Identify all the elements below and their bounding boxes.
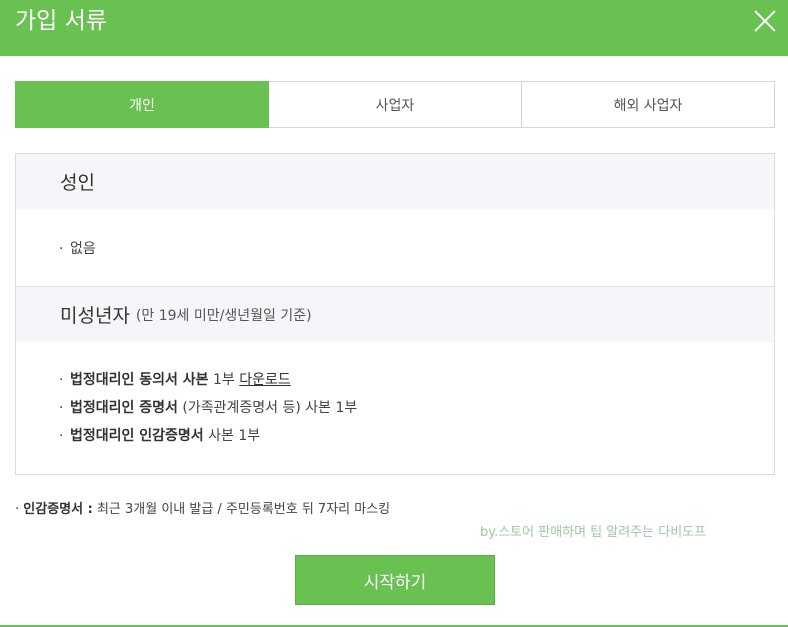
adult-section-header: 성인	[16, 154, 774, 209]
minor-section-title: 미성년자	[60, 305, 130, 327]
adult-doc-list: · 없음	[16, 209, 774, 286]
download-link[interactable]: 다운로드	[239, 372, 291, 388]
list-item: · 법정대리인 증명서 (가족관계증명서 등) 사본 1부	[16, 394, 774, 422]
doc-name: 법정대리인 인감증명서	[70, 428, 204, 444]
tab-overseas-business[interactable]: 해외 사업자	[522, 81, 775, 128]
footnote-text: 최근 3개월 이내 발급 / 주민등록번호 뒤 7자리 마스킹	[92, 502, 391, 517]
watermark-text: by.스토어 판매하며 팁 알려주는 다비도프	[480, 525, 707, 540]
bullet: ·	[59, 428, 64, 444]
bullet: ·	[59, 372, 64, 388]
doc-detail: (가족관계증명서 등) 사본 1부	[177, 400, 358, 416]
minor-doc-list: · 법정대리인 동의서 사본 1부 다운로드 · 법정대리인 증명서 (가족관계증명…	[16, 342, 774, 450]
modal-header: 가입 서류	[0, 0, 788, 56]
start-button[interactable]: 시작하기	[295, 555, 495, 605]
bullet: ·	[15, 502, 20, 517]
documents-panel: 성인 · 없음 미성년자 (만 19세 미만/생년월일 기준) · 법정대리인 동…	[15, 153, 775, 475]
close-icon[interactable]	[754, 10, 776, 32]
bullet: ·	[59, 240, 64, 257]
doc-name: 법정대리인 동의서 사본	[70, 372, 209, 388]
tab-business[interactable]: 사업자	[269, 81, 522, 128]
doc-detail: 사본 1부	[203, 428, 261, 444]
modal-title: 가입 서류	[15, 8, 107, 34]
list-item: · 법정대리인 인감증명서 사본 1부	[16, 422, 774, 450]
footnote: · 인감증명서 : 최근 3개월 이내 발급 / 주민등록번호 뒤 7자리 마스…	[15, 500, 390, 520]
doc-detail: 1부	[208, 372, 240, 388]
tab-individual[interactable]: 개인	[15, 81, 269, 128]
list-item: · 없음	[16, 235, 774, 263]
doc-name: 법정대리인 증명서	[70, 400, 178, 416]
minor-section-header: 미성년자 (만 19세 미만/생년월일 기준)	[16, 286, 774, 342]
bullet: ·	[59, 400, 64, 416]
footnote-label: 인감증명서 :	[23, 502, 93, 517]
tab-bar: 개인 사업자 해외 사업자	[15, 81, 775, 128]
minor-section-note: (만 19세 미만/생년월일 기준)	[135, 307, 312, 324]
list-item: · 법정대리인 동의서 사본 1부 다운로드	[16, 366, 774, 394]
adult-section-title: 성인	[60, 172, 95, 194]
adult-doc-text: 없음	[70, 240, 96, 257]
